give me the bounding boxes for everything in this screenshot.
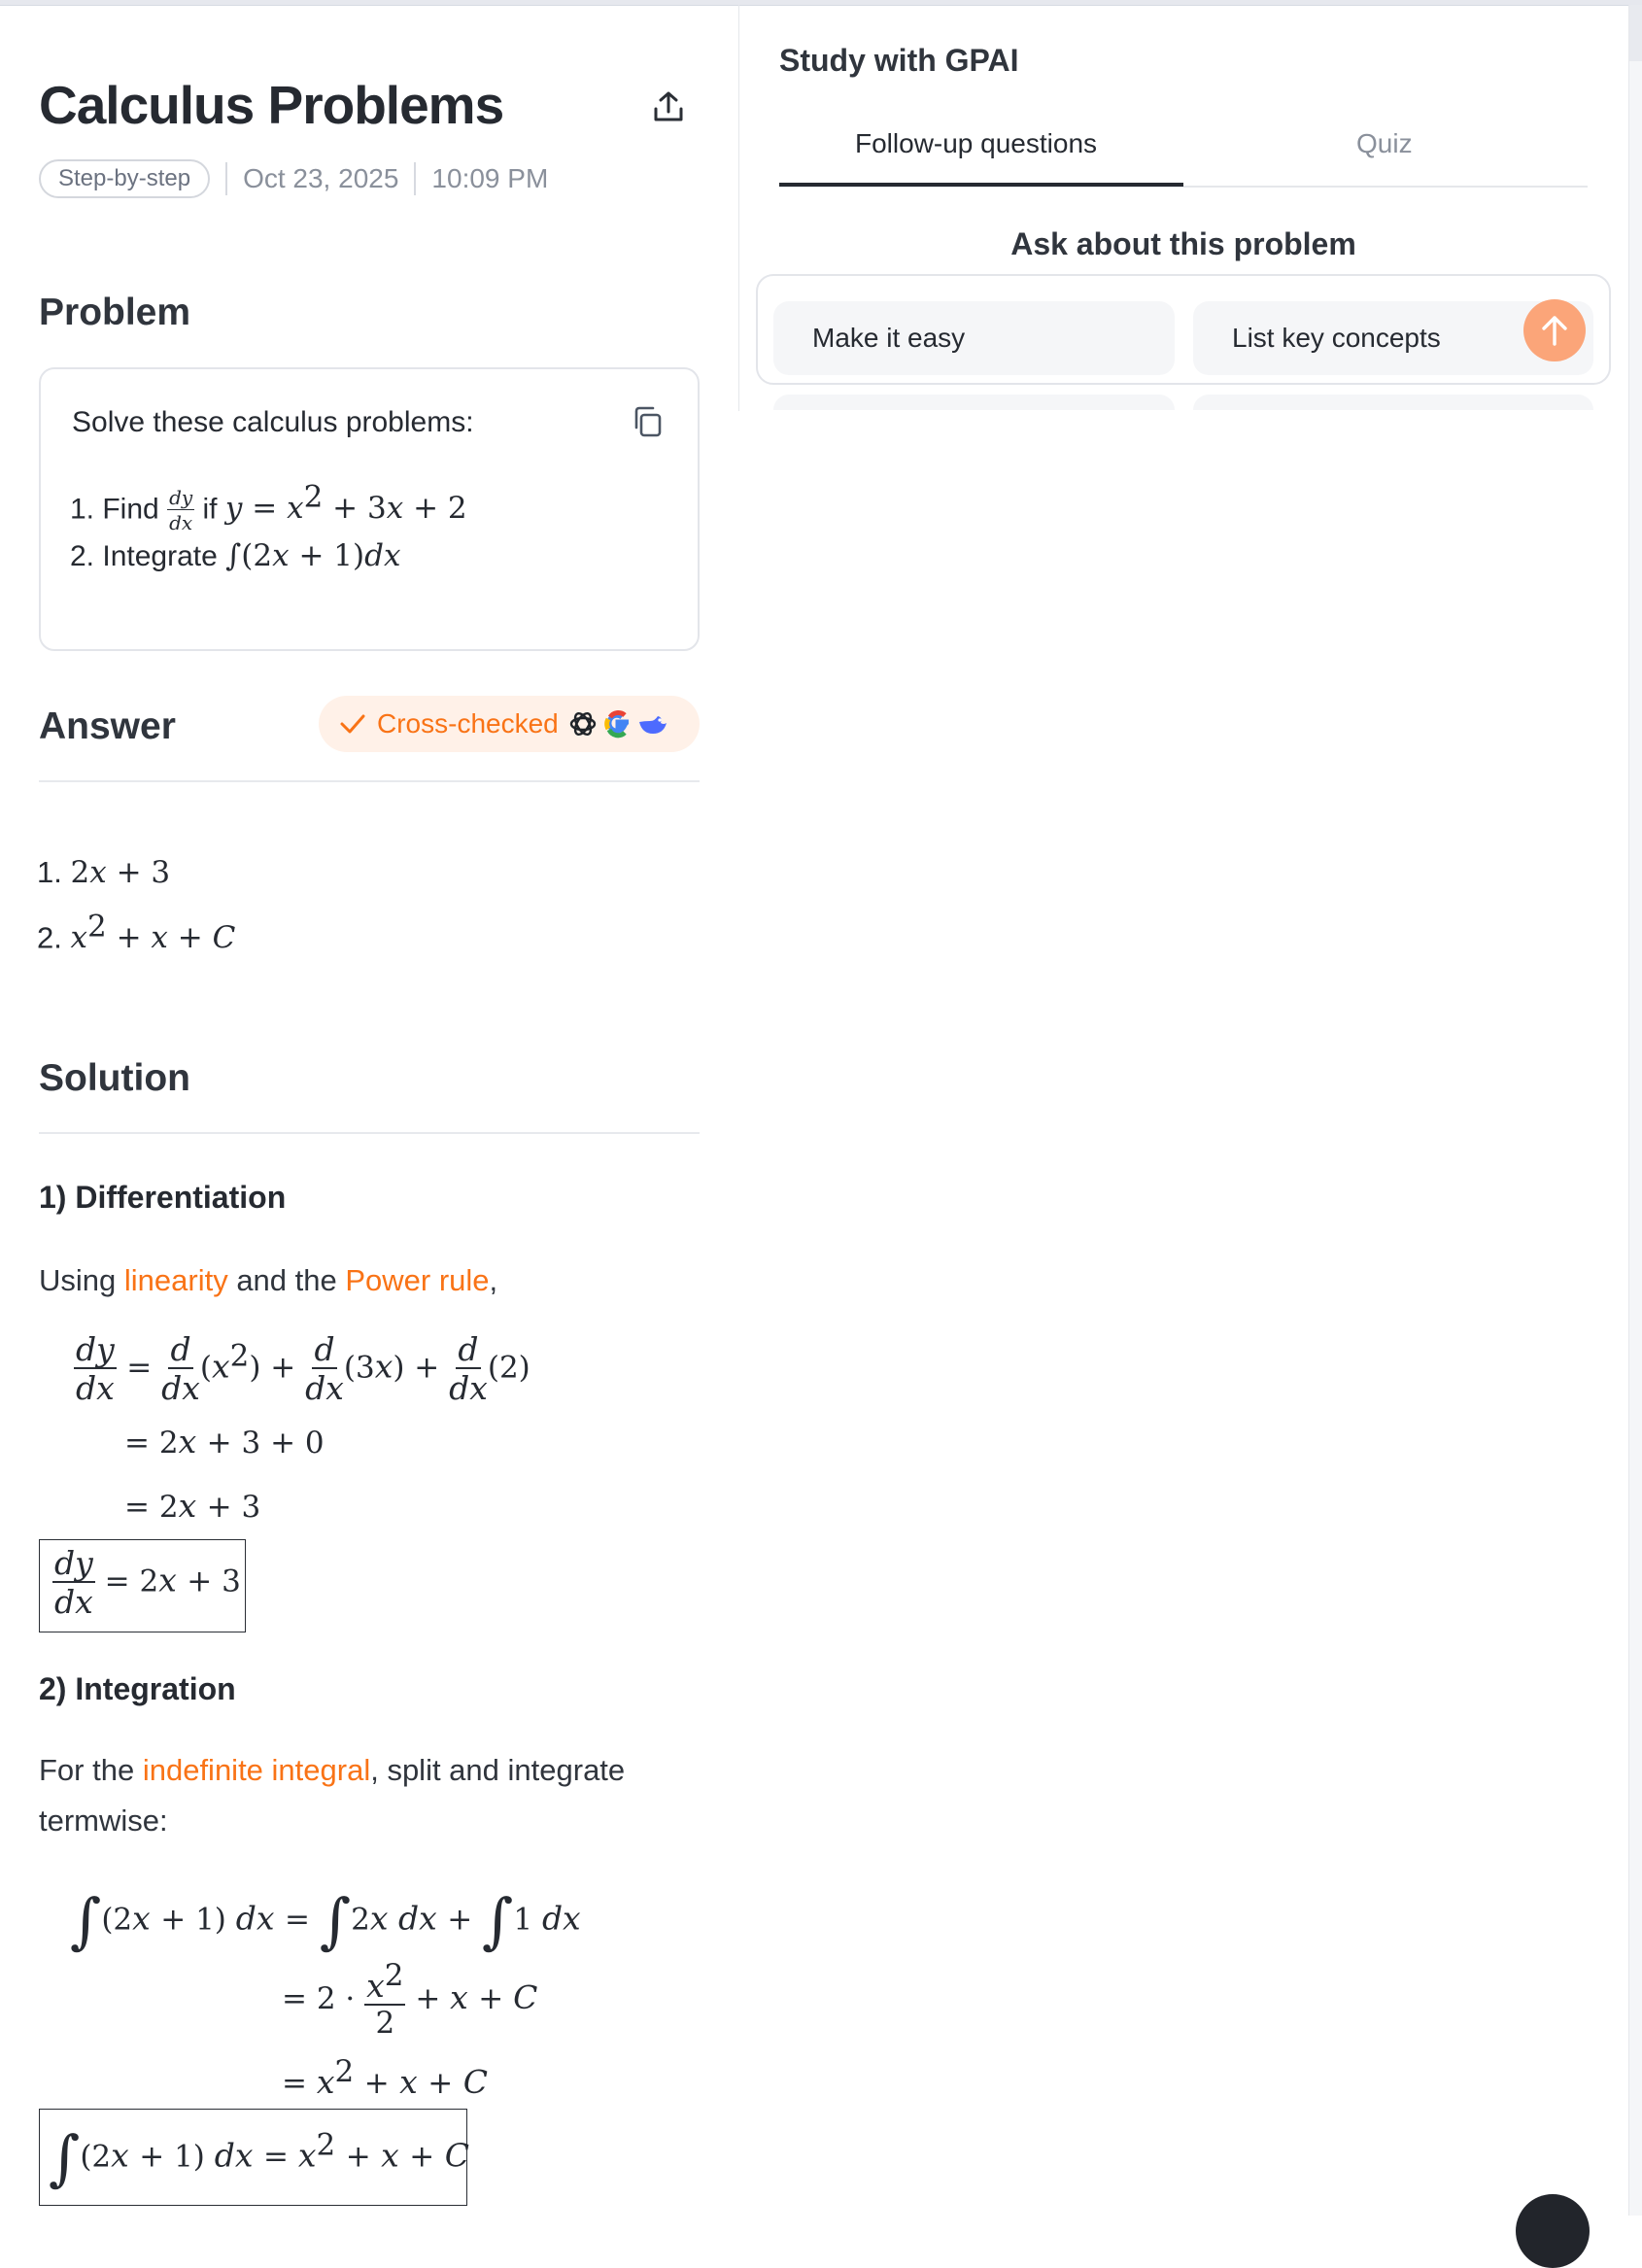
integral-line-2: = 2 · x2 2 + x + C [282, 1958, 538, 2041]
derivative-result: dy dx = 2x + 3 [52, 1544, 241, 1621]
derivative-line-1: dy dx = d dx (x2) + d dx (3x) + d dx (2) [74, 1330, 530, 1407]
ask-title: Ask about this problem [1010, 226, 1356, 261]
integral-line-3: = x2 + x + C [282, 2054, 489, 2101]
date-text: Oct 23, 2025 [243, 163, 399, 193]
step2-heading: 2) Integration [39, 1671, 236, 1706]
step1-intro-text: Using [39, 1263, 124, 1297]
solution-rule [39, 1132, 700, 1134]
problem-item-2-expression: ∫(2x + 1)dx [225, 538, 401, 573]
problem-item-2-prefix: 2. Integrate [70, 540, 218, 572]
time-text: 10:09 PM [431, 163, 549, 193]
answer-item-1: 1. 2x + 3 [37, 855, 170, 890]
arrow-up-icon [1542, 316, 1567, 346]
integral-line-1: ∫(2x + 1) dx = ∫2x dx + ∫1 dx [70, 1885, 581, 1956]
panel-divider [738, 5, 739, 411]
share-icon[interactable] [651, 89, 686, 124]
derivative-line-2: = 2x + 3 + 0 [124, 1423, 325, 1460]
chip-partial[interactable] [773, 395, 1175, 410]
page-title: Calculus Problems [39, 75, 504, 135]
problem-item-1-prefix: 1. Find [70, 493, 159, 526]
badge-label: Cross-checked [377, 708, 559, 739]
power-rule-link[interactable]: Power rule [345, 1263, 489, 1297]
check-icon [340, 714, 365, 734]
floating-action-button[interactable] [1516, 2194, 1590, 2268]
meta-separator [225, 162, 228, 195]
step2-intro-text: For the [39, 1753, 143, 1787]
problem-item-1-if: if [202, 493, 218, 526]
meta-row: Step-by-step Oct 23, 2025 10:09 PM [39, 157, 548, 200]
problem-item-1-equation: y = x2 + 3x + 2 [224, 480, 467, 527]
solution-heading: Solution [39, 1057, 190, 1099]
problem-item-1: 1. Find dy dx if y = x2 + 3x + 2 [70, 480, 467, 533]
step1-intro-text: and the [227, 1263, 346, 1297]
openai-logo-icon [569, 711, 596, 737]
window-top-border [0, 0, 1642, 6]
chip-partial[interactable] [1193, 395, 1593, 410]
step1-heading: 1) Differentiation [39, 1180, 287, 1215]
linearity-link[interactable]: linearity [124, 1263, 228, 1297]
integral-result: ∫(2x + 1) dx = x2 + x + C [49, 2122, 469, 2193]
dy-dx-fraction: dy dx [167, 486, 195, 535]
answer-rule [39, 780, 700, 782]
meta-separator [414, 162, 417, 195]
indefinite-integral-link[interactable]: indefinite integral [143, 1753, 370, 1787]
answer-value-1: 2x + 3 [70, 855, 171, 890]
chip-make-it-easy[interactable]: Make it easy [773, 301, 1175, 375]
answer-value-2: x2 + x + C [70, 910, 236, 956]
panel-title: Study with GPAI [779, 43, 1019, 78]
copy-icon[interactable] [632, 404, 665, 439]
answer-item-2: 2. x2 + x + C [37, 910, 235, 955]
problem-heading: Problem [39, 292, 191, 333]
step1-intro: Using linearity and the Power rule, [39, 1255, 719, 1306]
scrollbar-track[interactable] [1628, 5, 1642, 2216]
answer-number-2: 2. [37, 920, 62, 955]
problem-intro: Solve these calculus problems: [72, 406, 474, 438]
tab-follow-up-questions[interactable]: Follow-up questions [855, 128, 1097, 159]
deepseek-logo-icon [638, 716, 667, 734]
scrollbar-thumb[interactable] [1629, 5, 1642, 61]
derivative-line-3: = 2x + 3 [124, 1487, 261, 1525]
problem-card: Solve these calculus problems: 1. Find d… [39, 367, 700, 651]
tab-quiz[interactable]: Quiz [1356, 128, 1413, 159]
answer-heading: Answer [39, 705, 176, 747]
send-button[interactable] [1523, 299, 1586, 361]
answer-number-1: 1. [37, 855, 62, 889]
cross-checked-badge[interactable]: Cross-checked [319, 696, 700, 752]
google-logo-icon [603, 709, 629, 739]
step1-intro-text: , [489, 1263, 498, 1297]
problem-item-2: 2. Integrate ∫(2x + 1)dx [70, 538, 400, 573]
mode-pill: Step-by-step [39, 159, 211, 198]
active-tab-indicator [779, 183, 1183, 187]
step2-intro: For the indefinite integral, split and i… [39, 1745, 700, 1846]
